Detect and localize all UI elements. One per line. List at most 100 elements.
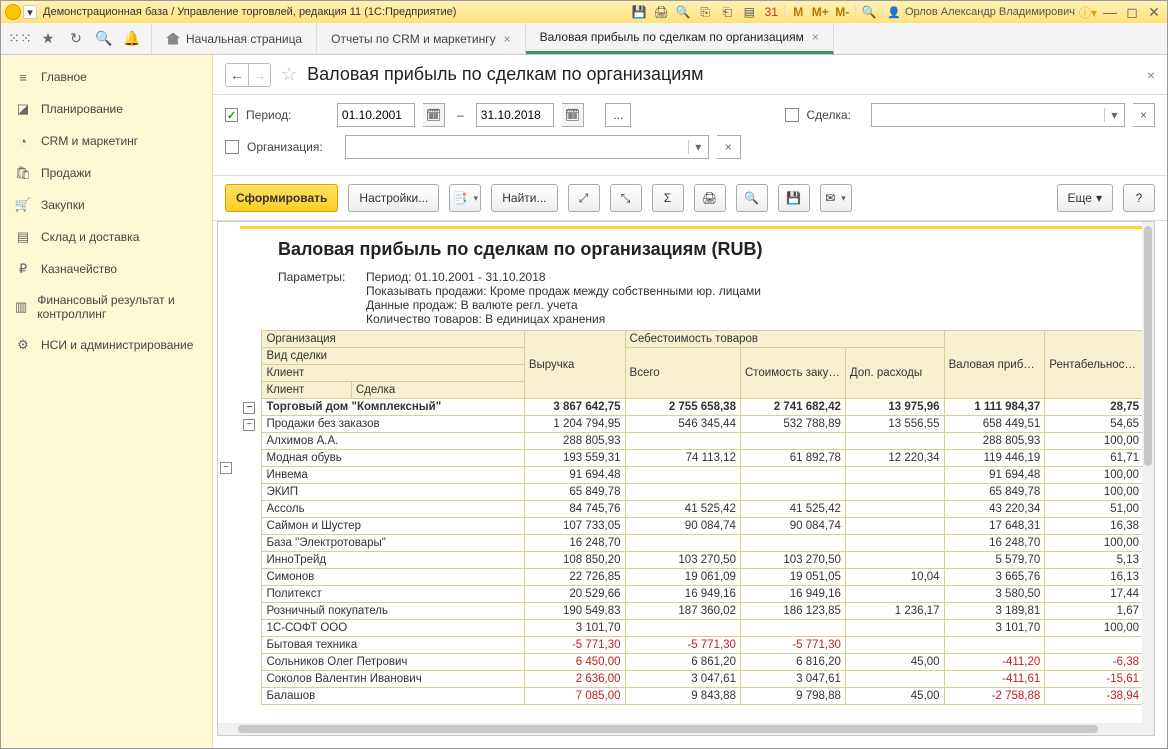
- sidebar-item[interactable]: ₽Казначейство: [1, 253, 212, 285]
- calc-icon[interactable]: ▤: [740, 4, 758, 20]
- table-row[interactable]: Ассоль84 745,7641 525,4241 525,4243 220,…: [220, 501, 1144, 518]
- sidebar-item[interactable]: ⚙НСИ и администрирование: [1, 329, 212, 361]
- sidebar-item[interactable]: ▤Склад и доставка: [1, 221, 212, 253]
- horizontal-scrollbar[interactable]: [218, 723, 1142, 735]
- org-checkbox[interactable]: [225, 140, 239, 154]
- apps-icon[interactable]: ⁙⁙: [11, 30, 29, 48]
- favorite-icon[interactable]: ★: [39, 30, 57, 48]
- table-row[interactable]: Алхимов А.А.288 805,93288 805,93100,00: [220, 433, 1144, 450]
- sidebar-item[interactable]: ◔CRM и маркетинг: [1, 125, 212, 157]
- table-row[interactable]: ИнноТрейд108 850,20103 270,50103 270,505…: [220, 552, 1144, 569]
- nav-forward-button[interactable]: →: [248, 64, 270, 86]
- table-row[interactable]: Бытовая техника-5 771,30-5 771,30-5 771,…: [220, 637, 1144, 654]
- sidebar-item[interactable]: ≡Главное: [1, 61, 212, 93]
- notifications-icon[interactable]: 🔔: [123, 30, 141, 48]
- paste-icon[interactable]: ⎗: [718, 4, 736, 20]
- date-to-input[interactable]: [476, 103, 554, 127]
- page-close-button[interactable]: ×: [1147, 67, 1155, 83]
- period-checkbox[interactable]: [225, 108, 238, 122]
- window-minimize[interactable]: —: [1101, 4, 1119, 20]
- period-more-button[interactable]: ...: [605, 103, 631, 127]
- email-button[interactable]: ✉▾: [820, 184, 852, 212]
- table-row[interactable]: Симонов22 726,8519 061,0919 051,0510,043…: [220, 569, 1144, 586]
- sum-button[interactable]: Σ: [652, 184, 684, 212]
- tab-current-label: Валовая прибыль по сделкам по организаци…: [540, 30, 804, 44]
- org-select[interactable]: ▾: [345, 135, 709, 159]
- nav-back-button[interactable]: ←: [226, 64, 248, 86]
- table-row[interactable]: Соколов Валентин Иванович2 636,003 047,6…: [220, 671, 1144, 688]
- sidebar-item[interactable]: ▥Финансовый результат и контроллинг: [1, 285, 212, 329]
- window-close[interactable]: ✕: [1145, 4, 1163, 21]
- save-button[interactable]: 💾: [778, 184, 810, 212]
- memory-mminus-icon[interactable]: M-: [833, 4, 851, 20]
- table-row[interactable]: Сольников Олег Петрович6 450,006 861,206…: [220, 654, 1144, 671]
- settings-button[interactable]: Настройки...: [348, 184, 439, 212]
- tab-gross-profit[interactable]: Валовая прибыль по сделкам по организаци…: [526, 23, 834, 54]
- deal-checkbox[interactable]: [785, 108, 798, 122]
- close-icon[interactable]: ×: [812, 30, 819, 44]
- params-label: Параметры:: [278, 270, 366, 326]
- tab-home[interactable]: Начальная страница: [152, 23, 317, 54]
- memory-m-icon[interactable]: M: [789, 4, 807, 20]
- preview-button[interactable]: 🔍: [736, 184, 768, 212]
- table-row[interactable]: −Торговый дом "Комплексный"3 867 642,752…: [220, 399, 1144, 416]
- sidebar-item[interactable]: ◪Планирование: [1, 93, 212, 125]
- table-row[interactable]: Политекст20 529,6616 949,1616 949,163 58…: [220, 586, 1144, 603]
- info-icon[interactable]: ⓘ▾: [1079, 4, 1097, 20]
- th-margin: Рентабельность, %: [1045, 331, 1144, 399]
- sidebar-label: Главное: [41, 70, 87, 84]
- th-client2: Клиент: [262, 382, 351, 398]
- table-row[interactable]: База "Электротовары"16 248,7016 248,7010…: [220, 535, 1144, 552]
- table-row[interactable]: Инвема91 694,4891 694,48100,00: [220, 467, 1144, 484]
- user-menu[interactable]: 👤 Орлов Александр Владимирович: [887, 6, 1075, 19]
- deal-label: Сделка:: [807, 108, 851, 122]
- close-icon[interactable]: ×: [504, 32, 511, 46]
- find-button[interactable]: Найти...: [491, 184, 557, 212]
- report-frame[interactable]: − Валовая прибыль по сделкам по организа…: [217, 221, 1155, 736]
- more-button[interactable]: Еще ▾: [1057, 184, 1113, 212]
- outline-collapse-icon[interactable]: −: [220, 462, 232, 474]
- memory-mplus-icon[interactable]: M+: [811, 4, 829, 20]
- table-row[interactable]: Саймон и Шустер107 733,0590 084,7490 084…: [220, 518, 1144, 535]
- print-button[interactable]: 🖨: [694, 184, 726, 212]
- deal-clear-button[interactable]: ×: [1133, 103, 1155, 127]
- vertical-scrollbar[interactable]: [1142, 222, 1154, 735]
- chevron-down-icon: ▾: [688, 140, 708, 154]
- window-maximize[interactable]: ◻: [1123, 4, 1141, 21]
- save-icon[interactable]: 💾: [630, 4, 648, 20]
- tab-reports[interactable]: Отчеты по CRM и маркетингу×: [317, 23, 526, 54]
- zoom-icon[interactable]: 🔍: [860, 4, 878, 20]
- date-from-calendar-icon[interactable]: 🗓: [423, 103, 445, 127]
- search-icon[interactable]: 🔍: [95, 30, 113, 48]
- table-row[interactable]: −Продажи без заказов1 204 794,95546 345,…: [220, 416, 1144, 433]
- th-cost-extra: Доп. расходы: [845, 348, 944, 399]
- tree-toggle-icon[interactable]: −: [243, 402, 255, 414]
- table-row[interactable]: Модная обувь193 559,3174 113,1261 892,78…: [220, 450, 1144, 467]
- table-row[interactable]: Балашов7 085,009 843,889 798,8845,00-2 7…: [220, 688, 1144, 705]
- table-row[interactable]: Розничный покупатель190 549,83187 360,02…: [220, 603, 1144, 620]
- table-row[interactable]: 1С-СОФТ ООО3 101,703 101,70100,00: [220, 620, 1144, 637]
- variants-button[interactable]: 📑▾: [449, 184, 481, 212]
- preview-icon[interactable]: 🔍: [674, 4, 692, 20]
- help-button[interactable]: ?: [1123, 184, 1155, 212]
- collapse-button[interactable]: ⤡: [610, 184, 642, 212]
- tree-toggle-icon[interactable]: −: [243, 419, 255, 431]
- app-menu-dropdown[interactable]: ▾: [23, 5, 37, 19]
- favorite-star-icon[interactable]: ☆: [281, 64, 297, 85]
- sidebar-label: Закупки: [41, 198, 85, 212]
- sidebar-label: НСИ и администрирование: [41, 338, 193, 352]
- date-from-input[interactable]: [337, 103, 415, 127]
- expand-button[interactable]: ⤢: [568, 184, 600, 212]
- content-area: ← → ☆ Валовая прибыль по сделкам по орга…: [213, 55, 1167, 748]
- sidebar-item[interactable]: 🛍Продажи: [1, 157, 212, 189]
- calendar-icon[interactable]: 31: [762, 4, 780, 20]
- run-button[interactable]: Сформировать: [225, 184, 338, 212]
- print-icon[interactable]: 🖨: [652, 4, 670, 20]
- deal-select[interactable]: ▾: [871, 103, 1125, 127]
- sidebar-item[interactable]: 🛒Закупки: [1, 189, 212, 221]
- org-clear-button[interactable]: ×: [717, 135, 741, 159]
- table-row[interactable]: ЭКИП65 849,7865 849,78100,00: [220, 484, 1144, 501]
- date-to-calendar-icon[interactable]: 🗓: [562, 103, 584, 127]
- history-icon[interactable]: ↻: [67, 30, 85, 48]
- copy-icon[interactable]: ⎘: [696, 4, 714, 20]
